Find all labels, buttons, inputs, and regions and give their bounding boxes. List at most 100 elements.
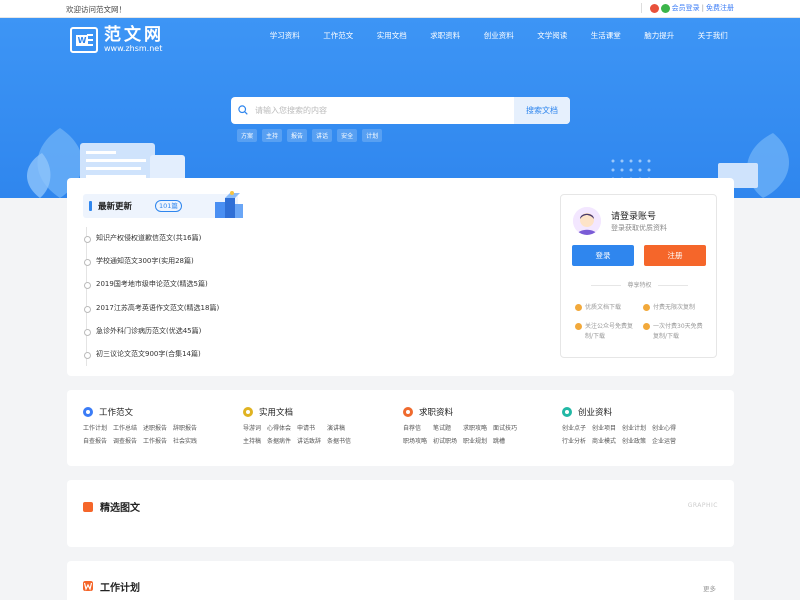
logo-icon: W bbox=[70, 26, 98, 53]
hot-word[interactable]: 安全 bbox=[337, 129, 358, 142]
list-item[interactable]: 2019国考地市级申论范文(精选5篇) bbox=[84, 273, 356, 296]
category-practical: 实用文档 导游词 心得体会 申请书 演讲稿 主持稿 条据病件 讲话致辞 条据书信 bbox=[243, 406, 393, 447]
category-link[interactable]: 工作报告 bbox=[143, 437, 167, 447]
work-plan-card: 工作计划 更多 bbox=[67, 561, 734, 600]
top-bar: 欢迎访问范文网！ 会员登录 | 免费注册 bbox=[0, 0, 800, 18]
nav-item-about[interactable]: 关于我们 bbox=[686, 30, 740, 41]
category-link[interactable]: 创业点子 bbox=[562, 424, 586, 434]
list-item[interactable]: 初三议论文范文900字(合集14篇) bbox=[84, 343, 356, 366]
hot-word[interactable]: 报告 bbox=[287, 129, 308, 142]
nav-item-brain[interactable]: 脑力提升 bbox=[633, 30, 687, 41]
category-link[interactable]: 工作总结 bbox=[113, 424, 137, 434]
title-accent-bar bbox=[89, 201, 92, 211]
login-title: 请登录账号 bbox=[611, 212, 657, 222]
category-link[interactable]: 创业心得 bbox=[652, 424, 676, 434]
featured-card: 精选图文 GRAPHIC bbox=[67, 480, 734, 547]
register-button[interactable]: 注册 bbox=[644, 245, 706, 266]
search-icon bbox=[238, 105, 248, 115]
category-link[interactable]: 辞职报告 bbox=[173, 424, 197, 434]
category-link[interactable]: 面试技巧 bbox=[493, 424, 517, 434]
category-link[interactable]: 商业模式 bbox=[592, 437, 616, 447]
site-logo[interactable]: W 范文网 www.zhsm.net bbox=[70, 26, 164, 53]
category-link[interactable]: 条据书信 bbox=[327, 437, 351, 447]
perk-item: 优质文档下载 bbox=[575, 303, 621, 313]
member-login-link[interactable]: 会员登录 bbox=[672, 3, 700, 13]
category-link[interactable]: 创业计划 bbox=[622, 424, 646, 434]
nav-item-job[interactable]: 求职资料 bbox=[419, 30, 473, 41]
avatar bbox=[573, 207, 601, 235]
w-logo-icon bbox=[83, 581, 93, 591]
category-title[interactable]: 工作范文 bbox=[99, 406, 133, 418]
category-practical-icon bbox=[243, 407, 253, 417]
category-link[interactable]: 工作计划 bbox=[83, 424, 107, 434]
login-panel: 请登录账号 登录获取优质资料 登录 注册 尊享特权 优质文档下载 付费无限次复制… bbox=[560, 194, 717, 358]
category-job: 求职资料 自荐信 笔试题 求职攻略 面试技巧 职场攻略 初试职场 职业规划 跳槽 bbox=[403, 406, 553, 447]
logo-domain: www.zhsm.net bbox=[104, 44, 163, 53]
list-item[interactable]: 2017江苏高考英语作文范文(精选18篇) bbox=[84, 297, 356, 320]
weibo-icon[interactable] bbox=[649, 3, 659, 13]
main-card: 最新更新 101篇 知识产权侵权道歉信范文(共16篇) 学校通知范文300字(实… bbox=[67, 178, 734, 376]
list-item[interactable]: 知识产权侵权道歉信范文(共16篇) bbox=[84, 227, 356, 250]
hot-word[interactable]: 主持 bbox=[262, 129, 283, 142]
login-subtitle: 登录获取优质资料 bbox=[611, 224, 667, 232]
category-link[interactable]: 演讲稿 bbox=[327, 424, 351, 434]
categories-card: 工作范文 工作计划 工作总结 述职报告 辞职报告 自查报告 调查报告 工作报告 … bbox=[67, 390, 734, 466]
category-link[interactable]: 笔试题 bbox=[433, 424, 457, 434]
category-title[interactable]: 实用文档 bbox=[259, 406, 293, 418]
category-link[interactable]: 心得体会 bbox=[267, 424, 291, 434]
payment-icon bbox=[643, 323, 650, 330]
account-links: 会员登录 | 免费注册 bbox=[640, 3, 734, 13]
category-link[interactable]: 企业运营 bbox=[652, 437, 676, 447]
copy-icon bbox=[643, 304, 650, 311]
nav-item-literature[interactable]: 文学阅读 bbox=[526, 30, 580, 41]
hot-word[interactable]: 讲话 bbox=[312, 129, 333, 142]
search-input[interactable] bbox=[255, 102, 505, 119]
login-button[interactable]: 登录 bbox=[572, 245, 634, 266]
category-title[interactable]: 创业资料 bbox=[578, 406, 612, 418]
category-link[interactable]: 讲话致辞 bbox=[297, 437, 321, 447]
nav-item-life[interactable]: 生活课堂 bbox=[579, 30, 633, 41]
more-link[interactable]: 更多 bbox=[703, 583, 716, 593]
category-link[interactable]: 初试职场 bbox=[433, 437, 457, 447]
download-icon bbox=[575, 304, 582, 311]
work-plan-title: 工作计划 bbox=[100, 583, 140, 594]
category-link[interactable]: 职场攻略 bbox=[403, 437, 427, 447]
free-register-link[interactable]: 免费注册 bbox=[706, 3, 734, 13]
list-item[interactable]: 学校通知范文300字(实用28篇) bbox=[84, 250, 356, 273]
perk-item: 关注公众号免费复制/下载 bbox=[575, 322, 637, 342]
category-work: 工作范文 工作计划 工作总结 述职报告 辞职报告 自查报告 调查报告 工作报告 … bbox=[83, 406, 233, 447]
category-link[interactable]: 创业政策 bbox=[622, 437, 646, 447]
category-link[interactable]: 条据病件 bbox=[267, 437, 291, 447]
category-link[interactable]: 跳槽 bbox=[493, 437, 517, 447]
category-link[interactable]: 自荐信 bbox=[403, 424, 427, 434]
featured-title: 精选图文 bbox=[100, 503, 140, 514]
category-link[interactable]: 行业分析 bbox=[562, 437, 586, 447]
category-title[interactable]: 求职资料 bbox=[419, 406, 453, 418]
nav-item-practical[interactable]: 实用文档 bbox=[365, 30, 419, 41]
hot-words: 方案 主持 报告 讲话 安全 计划 bbox=[237, 129, 383, 142]
nav-item-study[interactable]: 学习资料 bbox=[258, 30, 312, 41]
latest-list: 知识产权侵权道歉信范文(共16篇) 学校通知范文300字(实用28篇) 2019… bbox=[84, 227, 356, 367]
search-button[interactable]: 搜索文档 bbox=[514, 97, 570, 124]
category-link[interactable]: 社会实践 bbox=[173, 437, 197, 447]
search-bar: 搜索文档 bbox=[231, 97, 570, 124]
category-link[interactable]: 自查报告 bbox=[83, 437, 107, 447]
nav-item-work[interactable]: 工作范文 bbox=[312, 30, 366, 41]
category-link[interactable]: 职业规划 bbox=[463, 437, 487, 447]
category-link[interactable]: 述职报告 bbox=[143, 424, 167, 434]
category-job-icon bbox=[403, 407, 413, 417]
nav-item-startup[interactable]: 创业资料 bbox=[472, 30, 526, 41]
count-badge: 101篇 bbox=[155, 200, 182, 212]
latest-updates-header: 最新更新 101篇 bbox=[83, 191, 243, 218]
hot-word[interactable]: 方案 bbox=[237, 129, 258, 142]
category-link[interactable]: 主持稿 bbox=[243, 437, 261, 447]
category-link[interactable]: 调查报告 bbox=[113, 437, 137, 447]
hot-word[interactable]: 计划 bbox=[362, 129, 383, 142]
image-icon bbox=[83, 502, 93, 512]
category-link[interactable]: 求职攻略 bbox=[463, 424, 487, 434]
wechat-icon[interactable] bbox=[660, 3, 670, 13]
category-link[interactable]: 申请书 bbox=[297, 424, 321, 434]
list-item[interactable]: 急诊外科门诊病历范文(优选45篇) bbox=[84, 320, 356, 343]
category-link[interactable]: 导游词 bbox=[243, 424, 261, 434]
category-link[interactable]: 创业项目 bbox=[592, 424, 616, 434]
